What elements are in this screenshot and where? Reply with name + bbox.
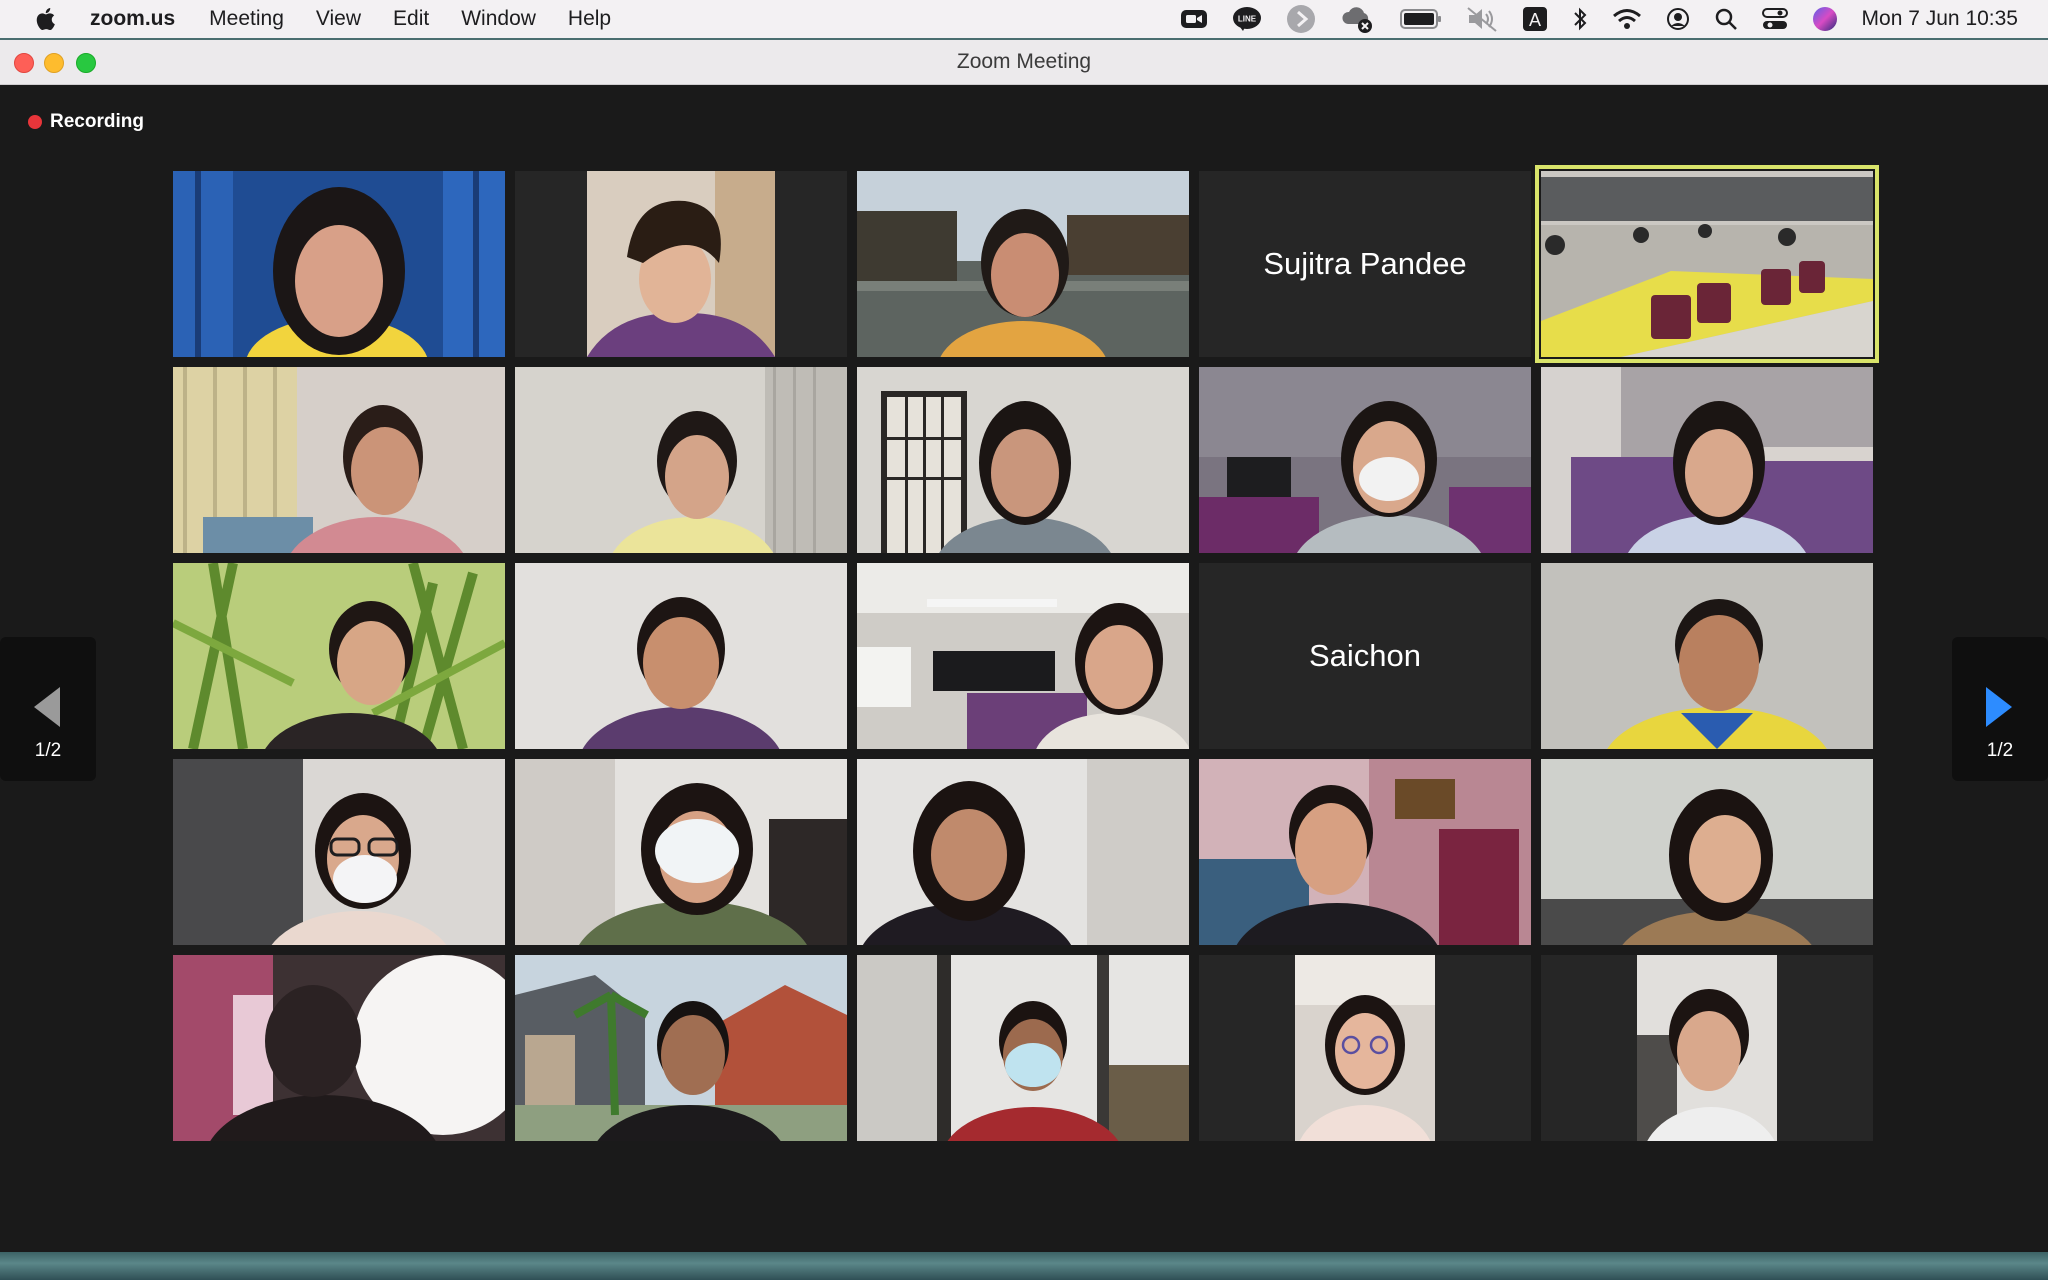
chevron-right-icon (1986, 687, 2012, 727)
recording-indicator[interactable]: Recording (28, 107, 144, 137)
wifi-icon[interactable] (1612, 0, 1642, 38)
user-icon[interactable] (1666, 0, 1690, 38)
participant-video (857, 955, 1189, 1141)
participant-video-tile[interactable] (857, 171, 1189, 357)
participant-video-tile[interactable] (515, 367, 847, 553)
window-title: Zoom Meeting (956, 50, 1092, 73)
participant-video (1199, 759, 1531, 945)
line-icon-label: LINE (1237, 15, 1256, 24)
previous-page-label: 1/2 (34, 740, 62, 761)
input-source-label: A (1529, 10, 1541, 30)
previous-page-button[interactable]: 1/2 (0, 637, 96, 781)
participant-video-tile[interactable] (857, 563, 1189, 749)
participant-video-tile[interactable] (1199, 367, 1531, 553)
participant-video (1541, 367, 1873, 553)
next-page-button[interactable]: 1/2 (1952, 637, 2048, 781)
menu-app-name[interactable]: zoom.us (90, 7, 175, 31)
participant-video-tile[interactable] (515, 171, 847, 357)
participant-video (515, 171, 847, 357)
menu-window[interactable]: Window (461, 7, 536, 31)
menu-bar-clock[interactable]: Mon 7 Jun 10:35 (1862, 7, 2018, 31)
participant-video (857, 759, 1189, 945)
participant-video-tile[interactable] (173, 171, 505, 357)
participant-video (515, 367, 847, 553)
menu-view[interactable]: View (316, 7, 361, 31)
participant-video-tile[interactable] (1541, 759, 1873, 945)
participant-name: Sujitra Pandee (1263, 246, 1467, 281)
recording-label: Recording (50, 111, 144, 132)
participant-name: Saichon (1308, 638, 1422, 673)
participant-video-tile[interactable] (515, 759, 847, 945)
recording-dot-icon (28, 115, 42, 129)
participant-video (173, 955, 505, 1141)
bluetooth-icon[interactable] (1572, 0, 1588, 38)
participant-video-tile[interactable] (173, 563, 505, 749)
participant-video (1199, 955, 1531, 1141)
participant-video (173, 759, 505, 945)
control-center-icon[interactable] (1761, 0, 1788, 38)
participant-video-tile[interactable] (1199, 759, 1531, 945)
menu-help[interactable]: Help (568, 7, 611, 31)
participant-video-tile[interactable] (515, 955, 847, 1141)
participant-video (1541, 955, 1873, 1141)
participant-video-tile[interactable] (857, 759, 1189, 945)
next-page-label: 1/2 (1986, 740, 2014, 761)
input-source-icon[interactable]: A (1522, 0, 1548, 38)
participant-video (857, 563, 1189, 749)
participant-video (173, 171, 505, 357)
participant-video (515, 955, 847, 1141)
participant-video-tile[interactable] (1541, 367, 1873, 553)
menu-edit[interactable]: Edit (393, 7, 429, 31)
participant-video (1541, 759, 1873, 945)
zoom-icon[interactable] (1180, 0, 1208, 38)
line-icon[interactable]: LINE (1232, 0, 1262, 38)
participant-video (515, 759, 847, 945)
participant-video-tile[interactable] (1541, 563, 1873, 749)
participant-video (173, 367, 505, 553)
mute-icon[interactable] (1466, 0, 1498, 38)
participant-video-tile[interactable] (173, 759, 505, 945)
gallery-grid: Sujitra Pandee Saichon (173, 165, 1879, 1141)
participant-video (857, 367, 1189, 553)
battery-icon[interactable] (1399, 0, 1442, 38)
participant-video-tile[interactable] (173, 367, 505, 553)
menu-bar: zoom.us Meeting View Edit Window Help LI… (0, 0, 2048, 38)
participant-video (515, 563, 847, 749)
participant-video-tile[interactable] (515, 563, 847, 749)
play-icon[interactable] (1286, 0, 1316, 38)
window-titlebar: Zoom Meeting (0, 40, 2048, 85)
siri-icon[interactable] (1812, 0, 1838, 38)
participant-video (173, 563, 505, 749)
participant-video-tile[interactable] (1199, 955, 1531, 1141)
zoom-meeting-window: Zoom Meeting Recording Sujitra Pandee Sa… (0, 40, 2048, 1252)
chevron-left-icon (34, 687, 60, 727)
participant-video-tile[interactable] (857, 367, 1189, 553)
active-speaker-tile[interactable] (1535, 165, 1879, 363)
apple-logo-icon[interactable] (34, 6, 60, 32)
menu-meeting[interactable]: Meeting (209, 7, 284, 31)
participant-name-tile[interactable]: Saichon (1199, 563, 1531, 749)
participant-video-tile[interactable] (857, 955, 1189, 1141)
cloud-icon[interactable] (1340, 0, 1376, 38)
participant-video (1199, 367, 1531, 553)
participant-video-tile[interactable] (1541, 955, 1873, 1141)
participant-video (1541, 563, 1873, 749)
participant-video (857, 171, 1189, 357)
participant-name-tile[interactable]: Sujitra Pandee (1199, 171, 1531, 357)
participant-video-tile[interactable] (173, 955, 505, 1141)
desktop-wallpaper (0, 1252, 2048, 1280)
search-icon[interactable] (1714, 0, 1738, 38)
participant-video (1541, 171, 1873, 357)
